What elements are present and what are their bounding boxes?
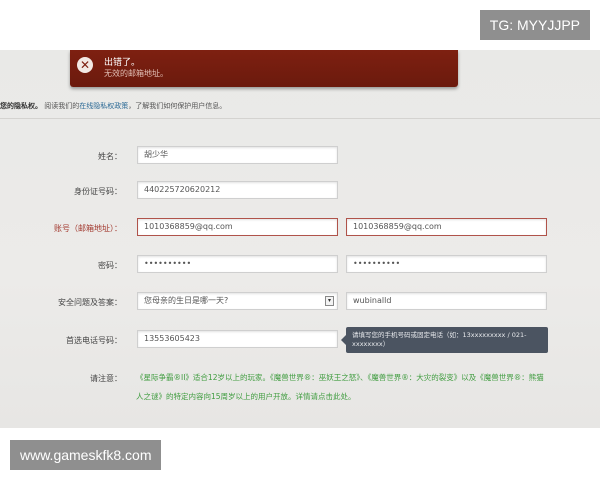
phone-field[interactable]: 13553605423 [137, 330, 338, 348]
age-notice-text: 《星际争霸®II》适合12岁以上的玩家。《魔兽世界®：巫妖王之怒》、《魔兽世界®… [136, 373, 544, 401]
error-banner: ✕ 出错了。 无效的邮箱地址。 [70, 50, 458, 87]
site-watermark: www.gameskfk8.com [10, 440, 162, 470]
phone-tooltip: 请填写您的手机号码或固定电话（如：13xxxxxxxxx / 021-xxxxx… [341, 327, 548, 353]
chevron-down-icon[interactable]: ▾ [325, 296, 334, 306]
privacy-policy-link[interactable]: 在线隐私权政策 [79, 102, 128, 110]
error-message: 无效的邮箱地址。 [104, 69, 168, 78]
notice-label: 请注意： [90, 374, 122, 383]
privacy-text-after: ，了解我们如何保护用户信息。 [128, 102, 227, 110]
name-label: 姓名： [98, 152, 122, 161]
security-answer-field[interactable]: wubinalld [346, 292, 547, 310]
account-email-field[interactable]: 1010368859@qq.com [137, 218, 338, 236]
security-question-label: 安全问题及答案： [58, 298, 122, 307]
security-question-value: 您母亲的生日是哪一天? [144, 296, 229, 305]
phone-label: 首选电话号码： [66, 336, 122, 345]
password-label: 密码： [98, 261, 122, 270]
id-number-field[interactable]: 440225720620212 [137, 181, 338, 199]
registration-screenshot: ✕ 出错了。 无效的邮箱地址。 您的隐私权。 阅读我们的在线隐私权政策，了解我们… [0, 50, 600, 428]
password-field[interactable]: •••••••••• [137, 255, 338, 273]
privacy-text-before: 阅读我们的 [44, 102, 80, 110]
privacy-notice: 您的隐私权。 阅读我们的在线隐私权政策，了解我们如何保护用户信息。 [0, 101, 226, 111]
name-field[interactable]: 胡少华 [137, 146, 338, 164]
password-confirm-field[interactable]: •••••••••• [346, 255, 547, 273]
tg-watermark: TG: MYYJJPP [479, 10, 590, 40]
divider [0, 118, 600, 119]
account-email-confirm-field[interactable]: 1010368859@qq.com [346, 218, 547, 236]
privacy-heading: 您的隐私权。 [0, 102, 42, 110]
account-email-label: 账号（邮箱地址）： [54, 224, 122, 233]
id-number-label: 身份证号码： [74, 187, 122, 196]
close-icon[interactable]: ✕ [77, 57, 93, 73]
error-title: 出错了。 [104, 58, 141, 68]
security-question-select[interactable]: 您母亲的生日是哪一天? ▾ [137, 292, 338, 310]
